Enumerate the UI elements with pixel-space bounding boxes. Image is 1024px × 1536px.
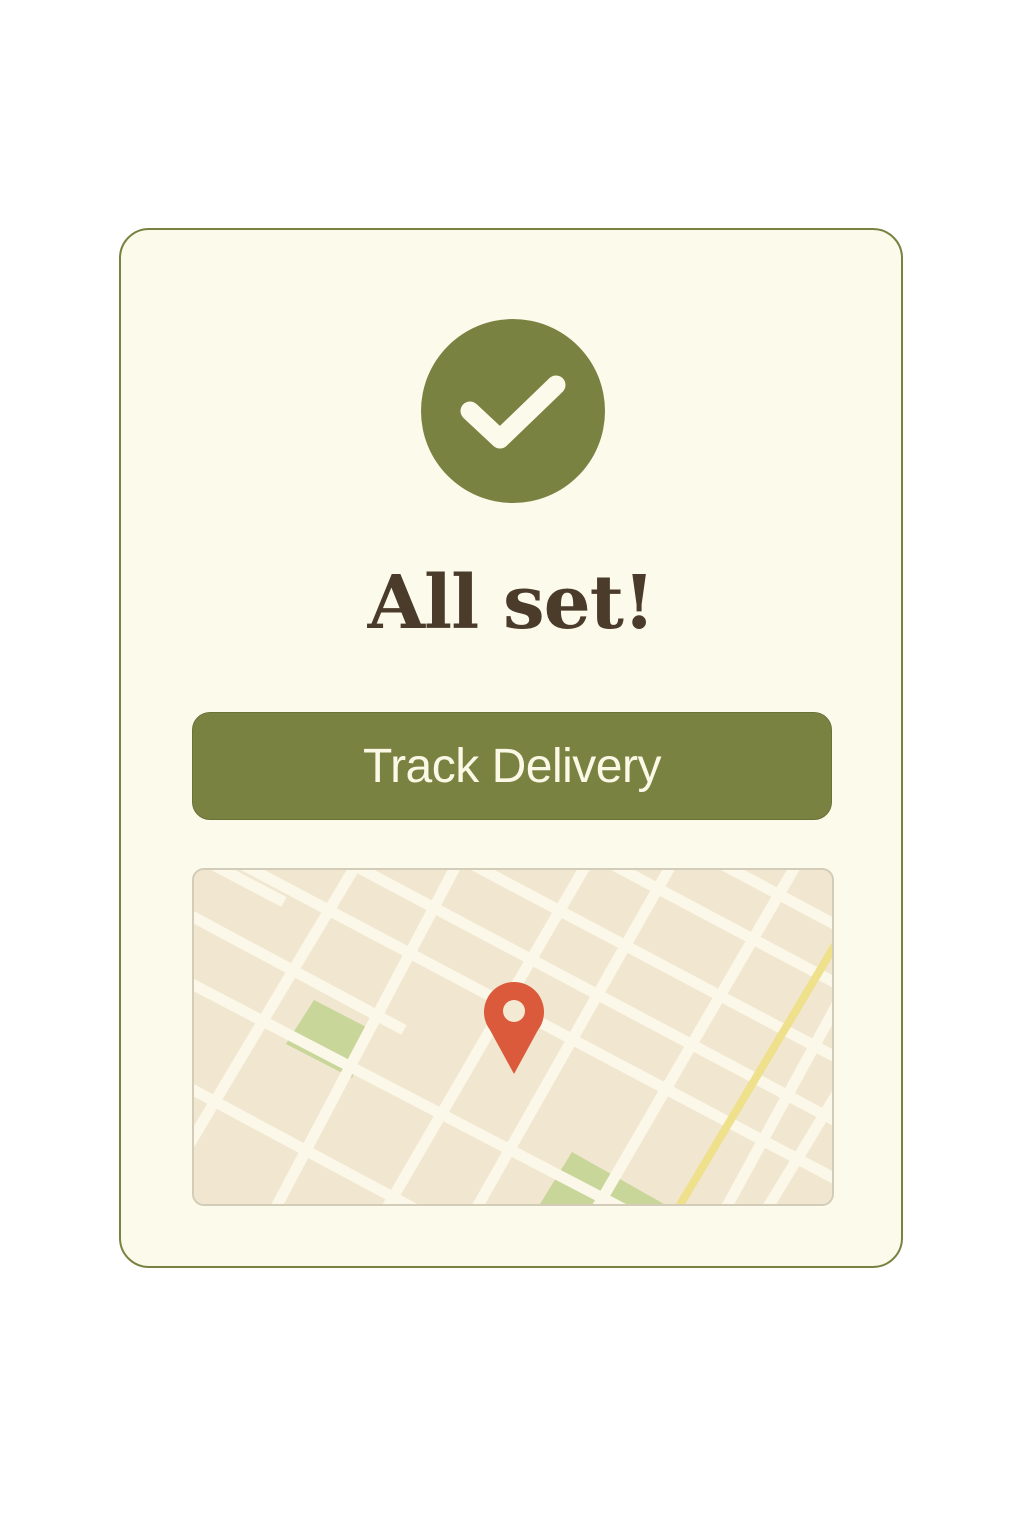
map-canvas bbox=[194, 870, 832, 1204]
track-delivery-label: Track Delivery bbox=[363, 739, 661, 793]
confirmation-title: All set! bbox=[367, 560, 656, 646]
checkmark-icon bbox=[460, 375, 566, 449]
delivery-map[interactable] bbox=[192, 868, 834, 1206]
success-badge bbox=[421, 319, 605, 503]
confirmation-card: All set! Track Delivery bbox=[119, 228, 903, 1268]
track-delivery-button[interactable]: Track Delivery bbox=[192, 712, 832, 820]
